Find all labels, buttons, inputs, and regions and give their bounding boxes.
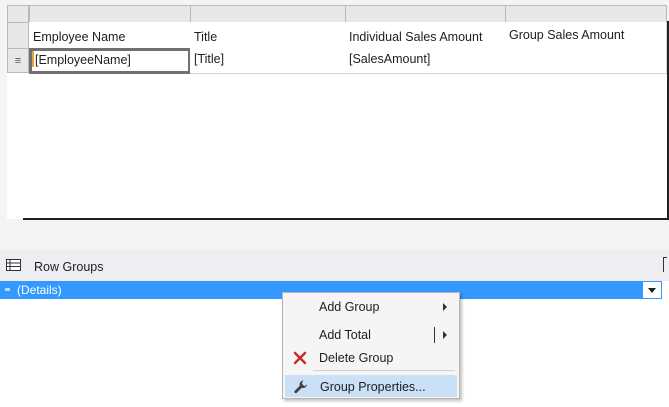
details-row-handle[interactable]: ≡ [7,48,29,73]
details-cell-group-sales[interactable] [505,48,667,74]
details-cell-employee-name[interactable]: [EmployeeName] [29,48,191,74]
menu-item-add-total[interactable]: Add Total [285,324,457,346]
red-x-icon [293,351,307,365]
details-cell-title[interactable]: [Title] [190,48,346,74]
wrench-icon [294,380,308,394]
column-handle-3[interactable] [345,5,506,23]
details-cell-sales-amount[interactable]: [SalesAmount] [345,48,506,74]
menu-item-group-properties-label: Group Properties... [320,380,426,394]
details-group-dropdown-button[interactable] [642,281,662,299]
header-cell-title[interactable]: Title [190,22,346,49]
row-groups-title: Row Groups [34,260,104,274]
selection-marker [32,51,34,67]
column-handle-2[interactable] [190,5,346,23]
column-handle-1[interactable] [29,5,191,23]
tablix-corner-handle[interactable] [7,5,29,23]
menu-item-add-group-label: Add Group [319,300,380,314]
group-context-menu: Add Group Add Total Delete Group Group P… [282,292,460,399]
row-groups-header: Row Groups [0,250,669,281]
column-handle-4[interactable] [505,5,667,23]
details-group-label: (Details) [17,283,62,297]
details-group-icon [5,288,10,291]
header-cell-employee-name[interactable]: Employee Name [29,22,191,49]
row-groups-icon [6,259,21,271]
chevron-down-icon [648,287,656,293]
details-row-icon: ≡ [14,54,22,67]
header-row-handle[interactable] [7,22,29,49]
menu-item-group-properties[interactable]: Group Properties... [285,375,457,397]
header-cell-individual-sales[interactable]: Individual Sales Amount [345,22,506,49]
panel-resize-handle[interactable] [663,257,667,272]
menu-item-add-group[interactable]: Add Group [285,296,457,318]
menu-separator [313,370,455,371]
submenu-split-divider [434,327,435,343]
submenu-arrow-icon [443,303,447,311]
menu-item-delete-group-label: Delete Group [319,351,394,365]
menu-item-add-total-label: Add Total [319,328,371,342]
header-cell-group-sales[interactable]: Group Sales Amount [505,22,667,49]
tablix-table[interactable]: ≡ Employee Name Title Individual Sales A… [7,5,667,219]
submenu-arrow-icon[interactable] [443,331,447,339]
details-cell-employee-name-text: [EmployeeName] [35,53,131,67]
report-design-surface[interactable]: ≡ Employee Name Title Individual Sales A… [0,0,669,250]
menu-item-delete-group[interactable]: Delete Group [285,347,457,369]
